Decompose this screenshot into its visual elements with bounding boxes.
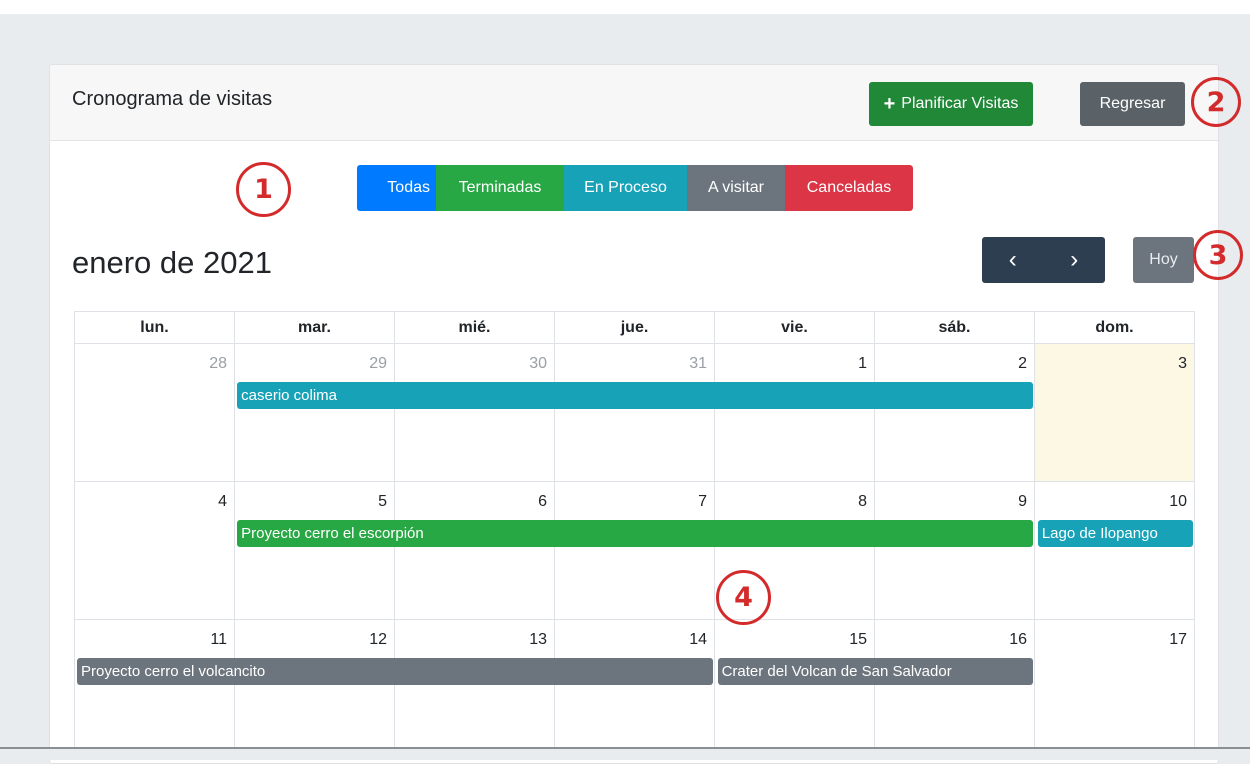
day-number[interactable]: 8 — [858, 493, 867, 511]
day-number[interactable]: 1 — [858, 355, 867, 373]
day-cell[interactable]: 30 — [394, 344, 554, 481]
today-button[interactable]: Hoy — [1133, 237, 1194, 283]
day-number[interactable]: 17 — [1169, 631, 1187, 649]
weekday-label: mié. — [394, 312, 554, 343]
chevron-left-icon: ‹ — [1008, 246, 1017, 273]
day-number[interactable]: 4 — [218, 493, 227, 511]
day-cell[interactable]: 10 — [1034, 482, 1194, 619]
day-number[interactable]: 3 — [1178, 355, 1187, 373]
calendar-event[interactable]: Crater del Volcan de San Salvador — [717, 658, 1033, 685]
day-number[interactable]: 28 — [209, 355, 227, 373]
calendar-week: 4 5 6 7 8 9 10 Proyecto cerro el escorpión Lago … — [74, 482, 1195, 620]
top-band — [0, 0, 1250, 14]
day-number[interactable]: 30 — [529, 355, 547, 373]
month-title: enero de 2021 — [72, 245, 272, 280]
annotation-marker-4: 4 — [716, 570, 771, 625]
day-cell[interactable]: 16 — [874, 620, 1034, 757]
page-title: Cronograma de visitas — [72, 88, 273, 110]
week-days: 4 5 6 7 8 9 10 — [75, 482, 1194, 619]
chevron-right-icon: › — [1070, 246, 1079, 273]
weekday-label: dom. — [1034, 312, 1194, 343]
day-number[interactable]: 5 — [378, 493, 387, 511]
weekday-label: vie. — [714, 312, 874, 343]
plus-icon: + — [883, 93, 896, 115]
weekday-header: lun. mar. mié. jue. vie. sáb. dom. — [74, 311, 1195, 344]
bottom-edge — [0, 747, 1250, 760]
day-number[interactable]: 11 — [210, 631, 227, 649]
day-cell[interactable]: 17 — [1034, 620, 1194, 757]
day-number[interactable]: 6 — [538, 493, 547, 511]
schedule-card: Cronograma de visitas + Planificar Visit… — [49, 64, 1219, 764]
calendar-grid: lun. mar. mié. jue. vie. sáb. dom. 28 29 3… — [74, 311, 1195, 763]
day-cell[interactable]: 15 — [714, 620, 874, 757]
calendar-event[interactable]: Proyecto cerro el escorpión — [237, 520, 1033, 547]
day-number[interactable]: 16 — [1009, 631, 1027, 649]
day-cell[interactable]: 1 — [714, 344, 874, 481]
day-cell[interactable]: 5 — [234, 482, 394, 619]
day-cell[interactable]: 12 — [234, 620, 394, 757]
plan-visits-button[interactable]: + Planificar Visitas — [869, 82, 1033, 126]
annotation-marker-1: 1 — [236, 162, 291, 217]
day-cell[interactable]: 13 — [394, 620, 554, 757]
day-cell[interactable]: 11 — [75, 620, 234, 757]
annotation-marker-3: 3 — [1193, 230, 1243, 280]
week-days: 11 12 13 14 15 16 17 — [75, 620, 1194, 757]
day-number[interactable]: 15 — [849, 631, 867, 649]
status-filter-group: Todas Terminadas En Proceso A visitar Ca… — [357, 165, 913, 211]
day-number[interactable]: 7 — [698, 493, 707, 511]
calendar-week: 11 12 13 14 15 16 17 Proyecto cerro el volcanci… — [74, 620, 1195, 758]
calendar-event[interactable]: Proyecto cerro el volcancito — [77, 658, 713, 685]
day-number[interactable]: 29 — [369, 355, 387, 373]
day-number[interactable]: 31 — [689, 355, 707, 373]
month-nav-group: ‹ › — [982, 237, 1105, 283]
weekday-label: sáb. — [874, 312, 1034, 343]
day-cell[interactable]: 9 — [874, 482, 1034, 619]
back-button[interactable]: Regresar — [1080, 82, 1185, 126]
calendar-event[interactable]: caserio colima — [237, 382, 1033, 409]
day-number[interactable]: 9 — [1018, 493, 1027, 511]
calendar-week: 28 29 30 31 1 2 3 caserio colima — [74, 344, 1195, 482]
day-number[interactable]: 2 — [1018, 355, 1027, 373]
filter-all-button[interactable]: Todas — [357, 165, 436, 211]
day-cell[interactable]: 2 — [874, 344, 1034, 481]
day-number[interactable]: 14 — [689, 631, 707, 649]
filter-finished-button[interactable]: Terminadas — [436, 165, 564, 211]
weeks-container: 28 29 30 31 1 2 3 caserio colima 4 5 6 7 8 9 10 Proyect… — [74, 344, 1195, 758]
day-cell[interactable]: 14 — [554, 620, 714, 757]
day-number[interactable]: 10 — [1169, 493, 1187, 511]
day-cell[interactable]: 29 — [234, 344, 394, 481]
day-cell[interactable]: 7 — [554, 482, 714, 619]
card-header: Cronograma de visitas + Planificar Visit… — [50, 65, 1218, 141]
weekday-label: lun. — [140, 318, 169, 336]
day-number[interactable]: 12 — [369, 631, 387, 649]
week-days: 28 29 30 31 1 2 3 — [75, 344, 1194, 481]
plan-visits-label: Planificar Visitas — [901, 95, 1019, 112]
day-number[interactable]: 13 — [529, 631, 547, 649]
day-cell[interactable]: 28 — [75, 344, 234, 481]
filter-to-visit-button[interactable]: A visitar — [687, 165, 785, 211]
day-cell[interactable]: 31 — [554, 344, 714, 481]
prev-month-button[interactable]: ‹ — [982, 237, 1044, 283]
weekday-label: mar. — [234, 312, 394, 343]
day-cell[interactable]: 4 — [75, 482, 234, 619]
calendar-event[interactable]: Lago de Ilopango — [1037, 520, 1193, 547]
next-month-button[interactable]: › — [1044, 237, 1106, 283]
day-cell-today[interactable]: 3 — [1034, 344, 1194, 481]
day-cell[interactable]: 6 — [394, 482, 554, 619]
annotation-marker-2: 2 — [1191, 77, 1241, 127]
filter-in-progress-button[interactable]: En Proceso — [564, 165, 687, 211]
filter-cancelled-button[interactable]: Canceladas — [785, 165, 913, 211]
weekday-label: jue. — [554, 312, 714, 343]
